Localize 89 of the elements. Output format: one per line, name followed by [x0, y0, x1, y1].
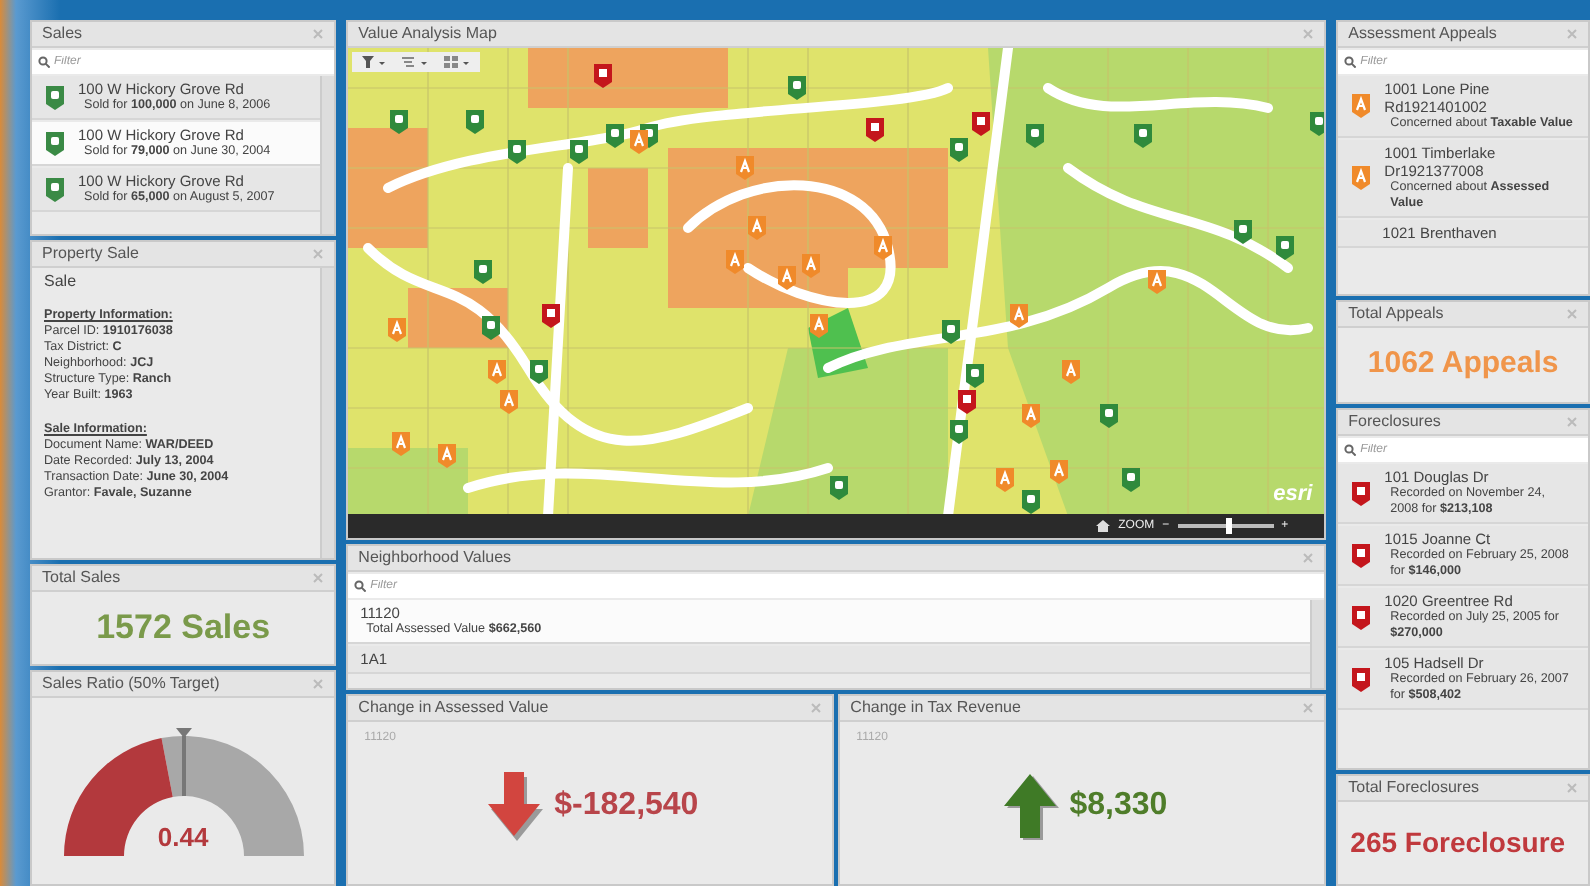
map-pin-icon[interactable]: [630, 130, 649, 154]
map-pin-icon[interactable]: [748, 216, 767, 240]
panel-title: Foreclosures: [1348, 412, 1441, 432]
map-pin-icon[interactable]: [570, 140, 589, 164]
panel-title: Assessment Appeals: [1348, 24, 1497, 44]
foreclosure-pin-icon: [1350, 665, 1373, 693]
change-value: $-182,540: [554, 786, 699, 826]
panel-title: Value Analysis Map: [358, 24, 497, 44]
search-icon: [1344, 56, 1357, 68]
panel-title: Property Sale: [42, 244, 139, 264]
layers-icon[interactable]: [402, 56, 429, 68]
target-marker-icon: [175, 728, 192, 796]
filter-icon[interactable]: [362, 56, 387, 68]
zoom-slider-thumb[interactable]: [1226, 518, 1233, 534]
map-pin-icon[interactable]: [1122, 468, 1141, 492]
map-pin-icon[interactable]: [942, 320, 961, 344]
panel-title: Sales: [42, 24, 83, 44]
map-pin-icon[interactable]: [1022, 490, 1041, 514]
search-icon: [38, 56, 50, 68]
map-pin-icon[interactable]: [482, 316, 501, 340]
search-icon: [354, 580, 367, 592]
panel-title: Neighborhood Values: [358, 548, 512, 568]
total-foreclosures-value: 265 Foreclosure: [1348, 824, 1568, 862]
map-pin-icon[interactable]: [810, 314, 829, 338]
grid-icon[interactable]: [444, 56, 471, 68]
map-pin-icon[interactable]: [1022, 404, 1041, 428]
map-pin-icon[interactable]: [972, 112, 991, 136]
map-pin-icon[interactable]: [1050, 460, 1069, 484]
panel-title: Sales Ratio (50% Target): [42, 674, 220, 694]
map-pin-icon[interactable]: [1234, 220, 1253, 244]
map-pin-icon[interactable]: [1310, 112, 1325, 136]
map-pin-icon[interactable]: [788, 76, 807, 100]
scrollbar[interactable]: [1310, 600, 1325, 688]
map-pin-icon[interactable]: [474, 260, 493, 284]
map-pin-icon[interactable]: [802, 254, 821, 278]
panel-title: Change in Tax Revenue: [850, 698, 1021, 718]
map-pin-icon[interactable]: [488, 360, 507, 384]
map-pin-icon[interactable]: [1276, 236, 1295, 260]
foreclosure-pin-icon: [1350, 603, 1373, 631]
scrollbar[interactable]: [320, 76, 335, 234]
map-pin-icon[interactable]: [950, 420, 969, 444]
map-pin-icon[interactable]: [390, 110, 409, 134]
map-pin-icon[interactable]: [958, 390, 977, 414]
panel-title: Total Appeals: [1348, 304, 1444, 324]
gauge-reading: 0.44: [155, 819, 211, 855]
panel-title: Change in Assessed Value: [358, 698, 549, 718]
map-pin-icon[interactable]: [466, 110, 485, 134]
map-pin-icon[interactable]: [1148, 270, 1167, 294]
map-pin-icon[interactable]: [1062, 360, 1081, 384]
total-appeals-value: 1062 Appeals: [1365, 344, 1561, 385]
map-pin-icon[interactable]: [542, 304, 561, 328]
sale-heading: Sale: [44, 274, 79, 290]
foreclosure-pin-icon: [1350, 479, 1373, 507]
map-pin-icon[interactable]: [392, 432, 411, 456]
map-pin-icon[interactable]: [966, 364, 985, 388]
pin-icon: [44, 129, 66, 157]
pin-icon: [44, 83, 66, 111]
map-pin-icon[interactable]: [778, 266, 797, 290]
map-pin-icon[interactable]: [388, 318, 407, 342]
panel-title: Total Foreclosures: [1348, 778, 1480, 798]
foreclosure-pin-icon: [1350, 541, 1373, 569]
appeal-pin-icon: [1350, 92, 1373, 120]
map-pin-icon[interactable]: [500, 390, 519, 414]
map-pin-icon[interactable]: [950, 138, 969, 162]
map-pin-icon[interactable]: [1100, 404, 1119, 428]
search-icon: [1344, 444, 1357, 456]
map-pin-icon[interactable]: [606, 124, 625, 148]
appeal-pin-icon: [1350, 164, 1373, 192]
panel-title: Total Sales: [42, 568, 121, 588]
map-pin-icon[interactable]: [726, 250, 745, 274]
map-pin-icon[interactable]: [866, 118, 885, 142]
down-arrow-icon: [482, 770, 547, 842]
map-logo: esri: [1273, 479, 1313, 509]
total-sales-value: 1572 Sales: [94, 606, 273, 651]
map-pin-icon[interactable]: [1026, 124, 1045, 148]
map-pin-icon[interactable]: [508, 140, 527, 164]
map-pin-icon[interactable]: [438, 444, 457, 468]
map-pin-icon[interactable]: [736, 156, 755, 180]
map-pin-icon[interactable]: [996, 468, 1015, 492]
home-icon[interactable]: [1096, 520, 1111, 532]
map-pin-icon[interactable]: [1134, 124, 1153, 148]
scrollbar[interactable]: [320, 268, 335, 558]
map-pin-icon[interactable]: [530, 360, 549, 384]
map-pin-icon[interactable]: [874, 236, 893, 260]
map-pin-icon[interactable]: [1010, 304, 1029, 328]
map-pin-icon[interactable]: [830, 476, 849, 500]
change-value: $8,330: [1069, 786, 1168, 826]
map-pin-icon[interactable]: [594, 64, 613, 88]
pin-icon: [44, 175, 66, 203]
